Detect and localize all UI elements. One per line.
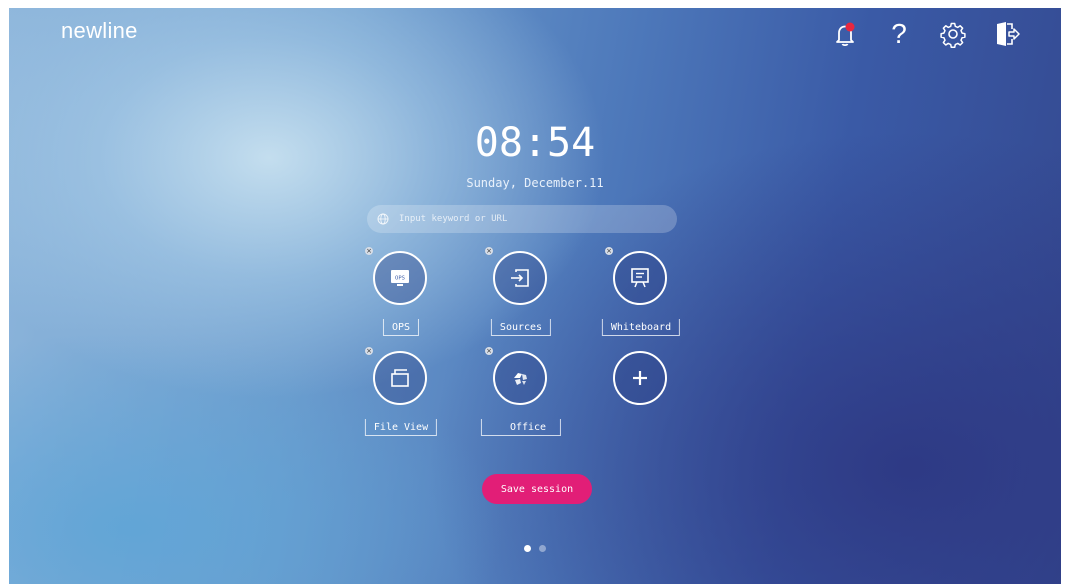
search-bar[interactable] — [367, 205, 677, 233]
settings-gear-icon[interactable] — [939, 20, 967, 49]
plus-icon — [633, 371, 647, 385]
page-indicator — [524, 545, 546, 552]
app-label-whiteboard[interactable]: Whiteboard — [601, 319, 681, 336]
office-button[interactable] — [493, 351, 547, 405]
file-view-button[interactable] — [373, 351, 427, 405]
page-dot-2[interactable] — [539, 545, 546, 552]
remove-app-icon[interactable]: × — [365, 347, 373, 355]
ops-monitor-icon: OPS — [391, 270, 409, 286]
top-toolbar: ? — [805, 20, 1021, 49]
clock-time: 08:54 — [474, 120, 596, 166]
app-label-office[interactable]: Office — [480, 419, 562, 436]
notification-dot — [845, 22, 855, 32]
remove-app-icon[interactable]: × — [365, 247, 373, 255]
whiteboard-button[interactable] — [613, 251, 667, 305]
input-source-icon — [511, 269, 529, 287]
remove-app-icon[interactable]: × — [485, 247, 493, 255]
app-label-file-view[interactable]: File View — [364, 419, 438, 436]
search-input[interactable] — [397, 213, 661, 225]
exit-door-icon[interactable] — [993, 20, 1021, 48]
page-dot-1[interactable] — [524, 545, 531, 552]
svg-text:OPS: OPS — [395, 275, 405, 281]
notification-bell-icon[interactable] — [831, 20, 859, 48]
add-app-button[interactable] — [613, 351, 667, 405]
globe-icon — [377, 213, 389, 225]
folder-icon — [391, 369, 409, 387]
home-screen: newline ? 08:54 Sunday, December.11 Inpu… — [9, 8, 1061, 584]
remove-app-icon[interactable]: × — [485, 347, 493, 355]
brand-logo: newline — [61, 18, 138, 43]
whiteboard-icon — [631, 268, 649, 288]
clock-date: Sunday, December.11 — [466, 176, 604, 190]
help-icon[interactable]: ? — [885, 20, 913, 48]
remove-app-icon[interactable]: × — [605, 247, 613, 255]
app-label-ops[interactable]: OPS — [382, 319, 420, 336]
app-label-sources[interactable]: Sources — [490, 319, 552, 336]
ops-button[interactable]: OPS — [373, 251, 427, 305]
office-icon — [514, 373, 527, 385]
sources-button[interactable] — [493, 251, 547, 305]
save-session-button[interactable]: Save session — [482, 474, 592, 504]
